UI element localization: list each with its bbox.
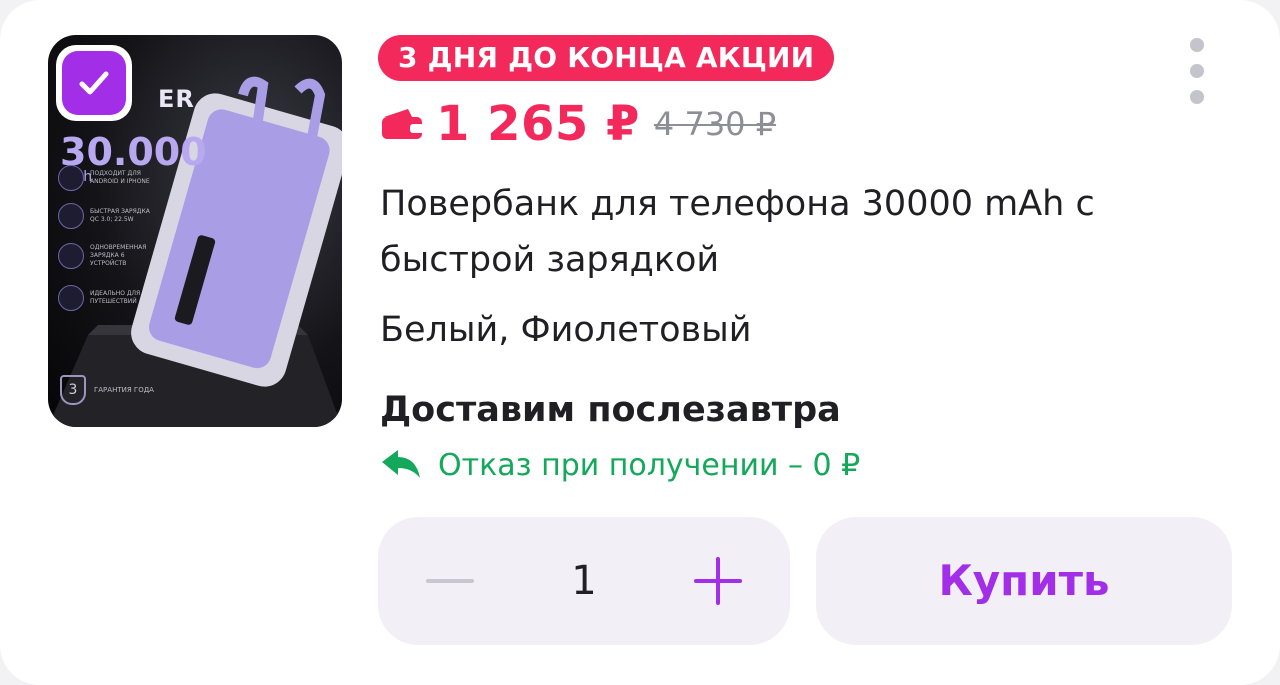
checkmark-icon bbox=[62, 51, 126, 115]
more-vertical-icon[interactable] bbox=[1186, 38, 1208, 104]
phone-icon bbox=[58, 165, 84, 191]
wallet-icon bbox=[382, 109, 424, 139]
image-brand-text: ER bbox=[158, 85, 195, 113]
product-title[interactable]: Повербанк для телефона 30000 mAh с быстр… bbox=[380, 176, 1220, 288]
price-row: 1 265 ₽ 4 730 ₽ bbox=[380, 96, 776, 152]
image-feature: БЫСТРАЯ ЗАРЯДКА QC 3.0; 22.5W bbox=[58, 203, 160, 229]
image-warranty: 3 ГАРАНТИЯ ГОДА bbox=[60, 375, 154, 405]
promo-badge: 3 ДНЯ ДО КОНЦА АКЦИИ bbox=[378, 35, 835, 81]
image-feature: ОДНОВРЕМЕННАЯ ЗАРЯДКА 6 УСТРОЙСТВ bbox=[58, 243, 160, 269]
image-feature: ИДЕАЛЬНО ДЛЯ ПУТЕШЕСТВИЙ bbox=[58, 285, 160, 311]
refund-text: Отказ при получении – 0 ₽ bbox=[438, 447, 861, 483]
select-item-checkbox[interactable] bbox=[56, 45, 132, 121]
palm-tree-icon bbox=[58, 285, 84, 311]
return-arrow-icon bbox=[382, 450, 420, 478]
product-variant: Белый, Фиолетовый bbox=[380, 310, 752, 350]
lightning-icon bbox=[58, 203, 84, 229]
shield-icon: 3 bbox=[60, 375, 86, 405]
image-feature: ПОДХОДИТ ДЛЯ ANDROID И IPHONE bbox=[58, 165, 160, 191]
devices-icon bbox=[58, 243, 84, 269]
quantity-stepper: 1 bbox=[378, 517, 790, 645]
buy-button[interactable]: Купить bbox=[816, 517, 1232, 645]
refund-info: Отказ при получении – 0 ₽ bbox=[380, 443, 860, 487]
price-old: 4 730 ₽ bbox=[653, 105, 777, 143]
delivery-info: Доставим послезавтра bbox=[380, 390, 841, 430]
plus-icon[interactable] bbox=[694, 557, 742, 605]
price-current: 1 265 ₽ bbox=[436, 96, 640, 152]
cart-item-card: ER 30.000 mAh ПОДХОДИТ ДЛЯ ANDROID И IPH… bbox=[0, 0, 1280, 685]
